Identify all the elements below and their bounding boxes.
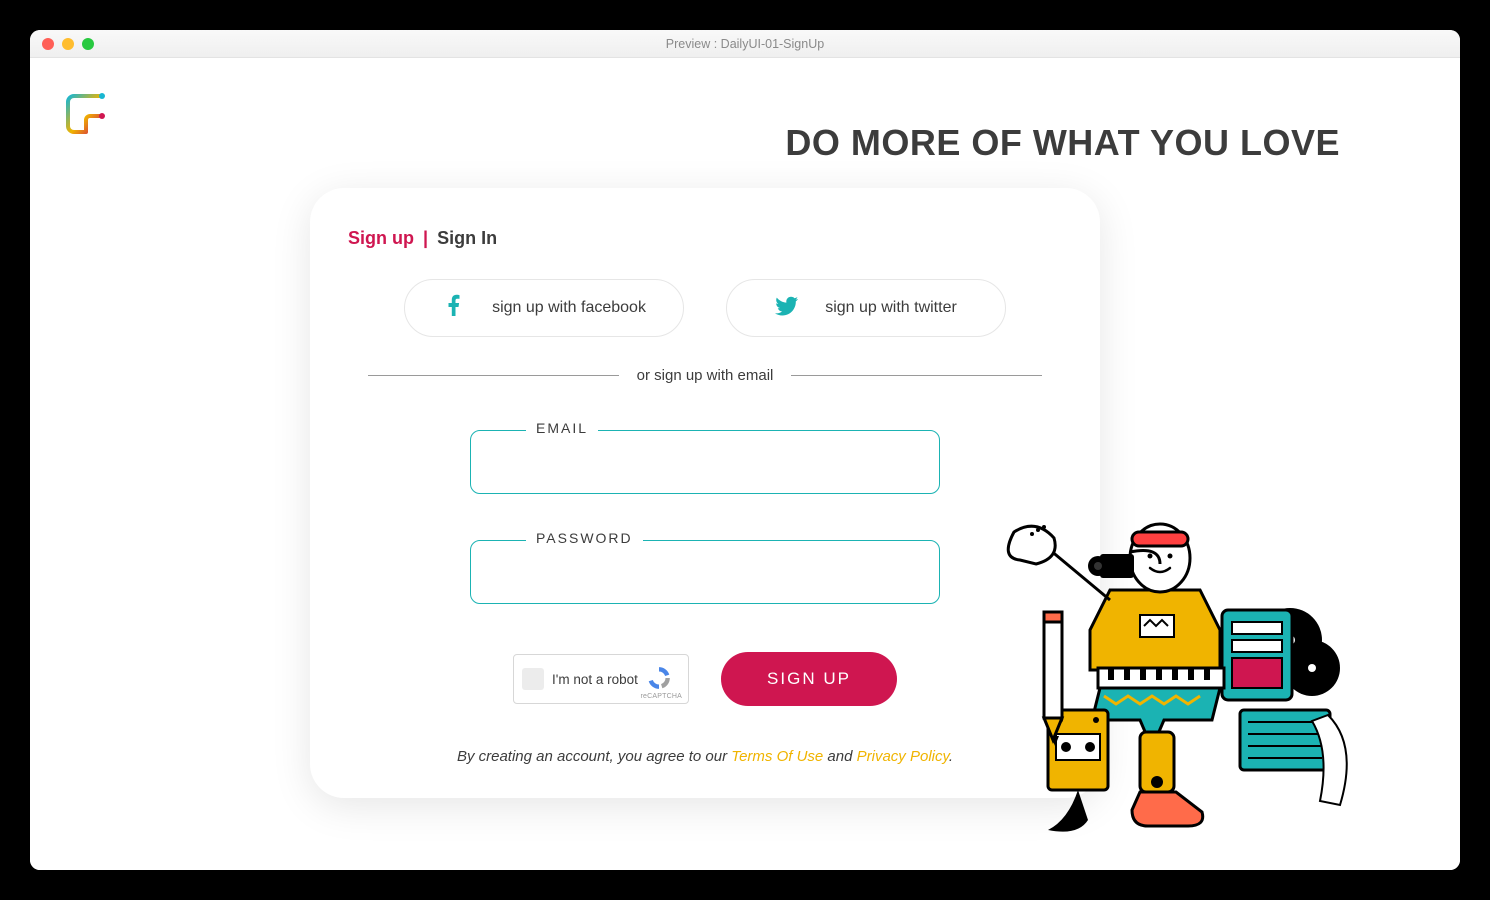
legal-suffix: . bbox=[949, 748, 953, 765]
social-signup-row: sign up with facebook sign up with twitt… bbox=[348, 279, 1062, 337]
tab-signup[interactable]: Sign up bbox=[348, 228, 414, 248]
auth-tabs: Sign up | Sign In bbox=[348, 228, 1062, 249]
window-titlebar: Preview : DailyUI-01-SignUp bbox=[30, 30, 1460, 58]
tab-separator: | bbox=[419, 228, 432, 248]
legal-prefix: By creating an account, you agree to our bbox=[457, 748, 731, 765]
preview-window: Preview : DailyUI-01-SignUp DO MORE OF W… bbox=[30, 30, 1460, 870]
password-input[interactable] bbox=[470, 540, 940, 604]
twitter-signup-button[interactable]: sign up with twitter bbox=[726, 279, 1006, 337]
privacy-policy-link[interactable]: Privacy Policy bbox=[857, 748, 949, 765]
app-logo-icon bbox=[60, 88, 112, 140]
email-field-wrap: EMAIL bbox=[470, 430, 940, 494]
window-controls bbox=[42, 38, 94, 50]
twitter-signup-label: sign up with twitter bbox=[825, 299, 957, 317]
signup-card: Sign up | Sign In sign up with facebook bbox=[310, 188, 1100, 798]
facebook-signup-label: sign up with facebook bbox=[492, 299, 646, 317]
legal-disclaimer: By creating an account, you agree to our… bbox=[348, 748, 1062, 765]
facebook-icon bbox=[442, 294, 466, 323]
recaptcha-text: I'm not a robot bbox=[552, 672, 638, 687]
recaptcha-widget[interactable]: I'm not a robot reCAPTCHA bbox=[513, 654, 689, 704]
email-label: EMAIL bbox=[526, 420, 598, 436]
password-label: PASSWORD bbox=[526, 530, 643, 546]
recaptcha-checkbox[interactable] bbox=[522, 668, 544, 690]
email-input[interactable] bbox=[470, 430, 940, 494]
recaptcha-icon bbox=[646, 665, 672, 694]
recaptcha-sublabel: reCAPTCHA bbox=[641, 693, 682, 700]
signup-submit-button[interactable]: SIGN UP bbox=[721, 652, 897, 706]
page-content: DO MORE OF WHAT YOU LOVE Sign up | Sign … bbox=[30, 58, 1460, 870]
twitter-icon bbox=[775, 294, 799, 323]
page-slogan: DO MORE OF WHAT YOU LOVE bbox=[785, 122, 1340, 164]
window-close-button[interactable] bbox=[42, 38, 54, 50]
divider-line-right bbox=[791, 375, 1042, 376]
action-row: I'm not a robot reCAPTCHA SIGN UP bbox=[348, 652, 1062, 706]
terms-of-use-link[interactable]: Terms Of Use bbox=[731, 748, 823, 765]
robot-illustration bbox=[990, 500, 1350, 840]
window-title: Preview : DailyUI-01-SignUp bbox=[30, 37, 1460, 51]
divider-line-left bbox=[368, 375, 619, 376]
signup-divider: or sign up with email bbox=[368, 367, 1042, 384]
divider-text: or sign up with email bbox=[619, 367, 792, 384]
tab-signin[interactable]: Sign In bbox=[437, 228, 497, 248]
facebook-signup-button[interactable]: sign up with facebook bbox=[404, 279, 684, 337]
legal-mid: and bbox=[823, 748, 856, 765]
window-maximize-button[interactable] bbox=[82, 38, 94, 50]
window-minimize-button[interactable] bbox=[62, 38, 74, 50]
password-field-wrap: PASSWORD bbox=[470, 540, 940, 604]
